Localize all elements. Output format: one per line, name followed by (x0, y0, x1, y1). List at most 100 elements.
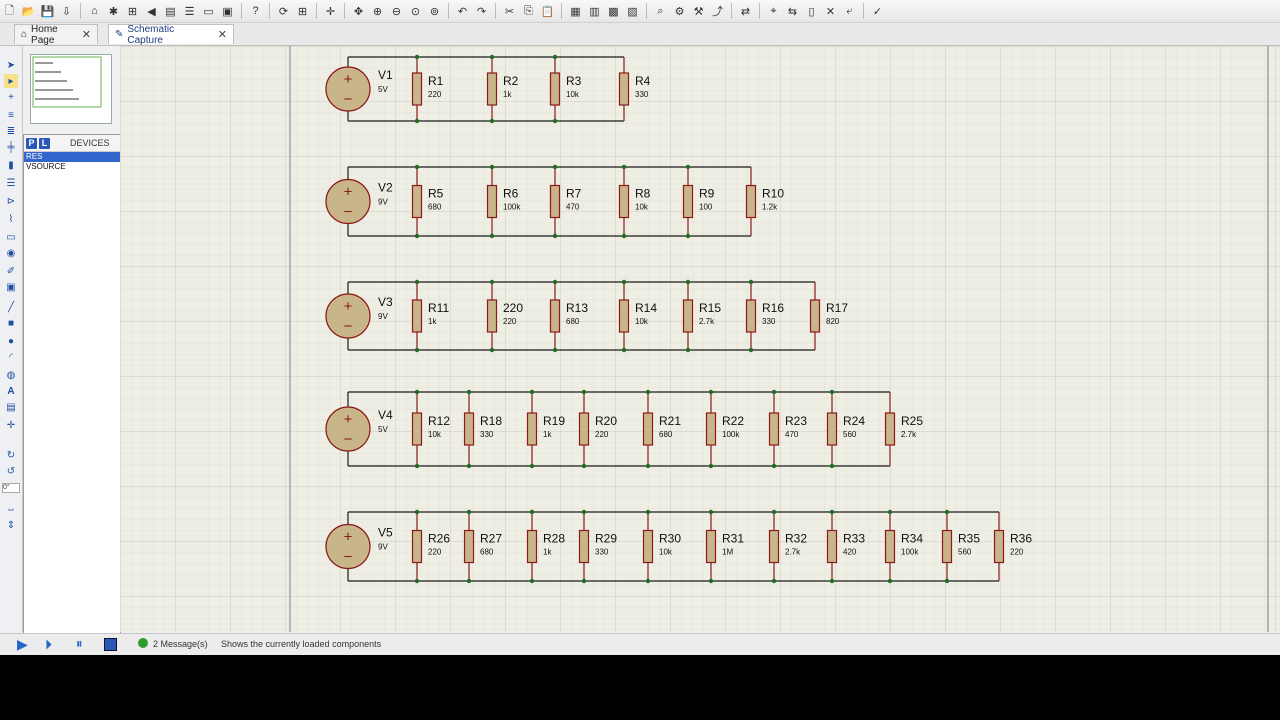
arc-icon[interactable]: ◜ (4, 350, 18, 364)
schematic-drawing[interactable]: + − V1 5V R1 220 R2 1k R3 10k R4 330 + − V2 9V R5 680 R6 10… (120, 46, 1280, 632)
resistor-body[interactable] (549, 72, 561, 106)
schematic-icon[interactable]: ▤ (163, 3, 179, 19)
resistor-body[interactable] (809, 299, 821, 333)
voltage-probe-icon[interactable]: ✐ (4, 264, 18, 278)
resistor-body[interactable] (826, 529, 838, 564)
resistor-body[interactable] (884, 529, 896, 564)
resistor-body[interactable] (526, 529, 538, 564)
pause-icon[interactable]: ⏸ (76, 636, 83, 652)
resistor-body[interactable] (745, 184, 757, 219)
resistor-body[interactable] (745, 299, 757, 333)
package-tool-icon[interactable]: ⚒ (691, 3, 707, 19)
new-file-icon[interactable]: 🗋 (2, 3, 18, 19)
rotate-anticlockwise-icon[interactable]: ↺ (4, 464, 18, 478)
path-icon[interactable]: ◍ (4, 368, 18, 382)
resistor-body[interactable] (618, 299, 630, 333)
text-icon[interactable]: A (4, 384, 18, 398)
resistor-body[interactable] (705, 412, 717, 446)
mirror-horizontal-icon[interactable]: ⇔ (4, 502, 18, 516)
resistor-body[interactable] (549, 184, 561, 219)
resistor-body[interactable] (618, 72, 630, 106)
tab-home-page[interactable]: ⌂ Home Page ✕ (14, 24, 98, 46)
zoom-area-icon[interactable]: ⊚ (427, 3, 443, 19)
refresh-icon[interactable]: ⟳ (276, 3, 292, 19)
bom-icon[interactable]: ☰ (182, 3, 198, 19)
step-icon[interactable]: ⏵ (45, 636, 52, 653)
play-icon[interactable]: ▶ (17, 636, 28, 653)
cut-icon[interactable]: ✂ (502, 3, 518, 19)
paste-icon[interactable]: 📋 (540, 3, 556, 19)
resistor-body[interactable] (486, 299, 498, 333)
resistor-body[interactable] (526, 412, 538, 446)
device-pins-icon[interactable]: ⊳ (4, 194, 18, 208)
schematic-canvas[interactable]: + − V1 5V R1 220 R2 1k R3 10k R4 330 + − V2 9V R5 680 R6 10… (120, 46, 1280, 632)
resistor-body[interactable] (618, 184, 630, 219)
resistor-body[interactable] (993, 529, 1005, 564)
block-rotate-icon[interactable]: ▩ (606, 3, 622, 19)
resistor-body[interactable] (682, 184, 694, 219)
resistor-body[interactable] (411, 72, 423, 106)
wire-autorouter-icon[interactable]: ⇄ (738, 3, 754, 19)
line-icon[interactable]: ╱ (4, 300, 18, 314)
zoom-out-icon[interactable]: ⊖ (389, 3, 405, 19)
resistor-body[interactable] (486, 72, 498, 106)
generator-icon[interactable]: ◉ (4, 246, 18, 260)
marker-icon[interactable]: ✛ (4, 418, 18, 432)
graph-icon[interactable]: ⌇ (4, 212, 18, 226)
subcircuit-icon[interactable]: ▮ (4, 158, 18, 172)
resistor-body[interactable] (578, 529, 590, 564)
resistor-body[interactable] (411, 529, 423, 564)
close-icon[interactable]: ✕ (82, 28, 91, 41)
device-item-res[interactable]: RES (24, 152, 120, 162)
block-delete-icon[interactable]: ▧ (625, 3, 641, 19)
block-move-icon[interactable]: ▥ (587, 3, 603, 19)
device-item-vsource[interactable]: VSOURCE (24, 162, 120, 172)
resistor-body[interactable] (705, 529, 717, 564)
property-tool-icon[interactable]: ⇆ (785, 3, 801, 19)
undo-icon[interactable]: ↶ (455, 3, 471, 19)
resistor-body[interactable] (941, 529, 953, 564)
open-file-icon[interactable]: 📂 (21, 3, 37, 19)
electrical-check-icon[interactable]: ✓ (870, 3, 886, 19)
search-tag-icon[interactable]: ⌖ (766, 3, 782, 19)
overview-window[interactable] (30, 54, 112, 124)
import-icon[interactable]: ⇩ (59, 3, 75, 19)
pcb-icon[interactable]: ⊞ (125, 3, 141, 19)
text-script-icon[interactable]: ≣ (4, 124, 18, 138)
save-icon[interactable]: 💾 (40, 3, 56, 19)
redo-icon[interactable]: ↷ (474, 3, 490, 19)
component-icon[interactable]: ✱ (106, 3, 122, 19)
make-device-icon[interactable]: ⚙ (672, 3, 688, 19)
resistor-body[interactable] (411, 184, 423, 219)
pick-device-icon[interactable]: ⌕ (653, 3, 669, 19)
zoom-all-icon[interactable]: ⊙ (408, 3, 424, 19)
box-icon[interactable]: ■ (4, 316, 18, 330)
exit-parent-icon[interactable]: ⤶ (842, 3, 858, 19)
gerber-icon[interactable]: ▭ (201, 3, 217, 19)
back-icon[interactable]: ◀ (144, 3, 160, 19)
resistor-body[interactable] (411, 299, 423, 333)
resistor-body[interactable] (463, 529, 475, 564)
rotate-clockwise-icon[interactable]: ↻ (4, 448, 18, 462)
notes-icon[interactable]: ▣ (220, 3, 236, 19)
stop-icon[interactable] (104, 638, 117, 651)
messages-count[interactable]: 2 Message(s) (153, 639, 208, 649)
decompose-icon[interactable]: ⤴ (710, 3, 726, 19)
resistor-body[interactable] (549, 299, 561, 333)
resistor-body[interactable] (642, 412, 654, 446)
remove-sheet-icon[interactable]: ✕ (823, 3, 839, 19)
selection-mode-icon[interactable]: ➤ (4, 58, 18, 72)
resistor-body[interactable] (768, 412, 780, 446)
resistor-body[interactable] (682, 299, 694, 333)
zoom-in-icon[interactable]: ⊕ (370, 3, 386, 19)
resistor-body[interactable] (578, 412, 590, 446)
resistor-body[interactable] (486, 184, 498, 219)
close-icon[interactable]: ✕ (218, 28, 227, 41)
circle-icon[interactable]: ● (4, 334, 18, 348)
resistor-body[interactable] (411, 412, 423, 446)
copy-icon[interactable]: ⎘ (521, 3, 537, 19)
pan-icon[interactable]: ✥ (351, 3, 367, 19)
resistor-body[interactable] (884, 412, 896, 446)
resistor-body[interactable] (826, 412, 838, 446)
symbol-icon[interactable]: ▤ (4, 400, 18, 414)
